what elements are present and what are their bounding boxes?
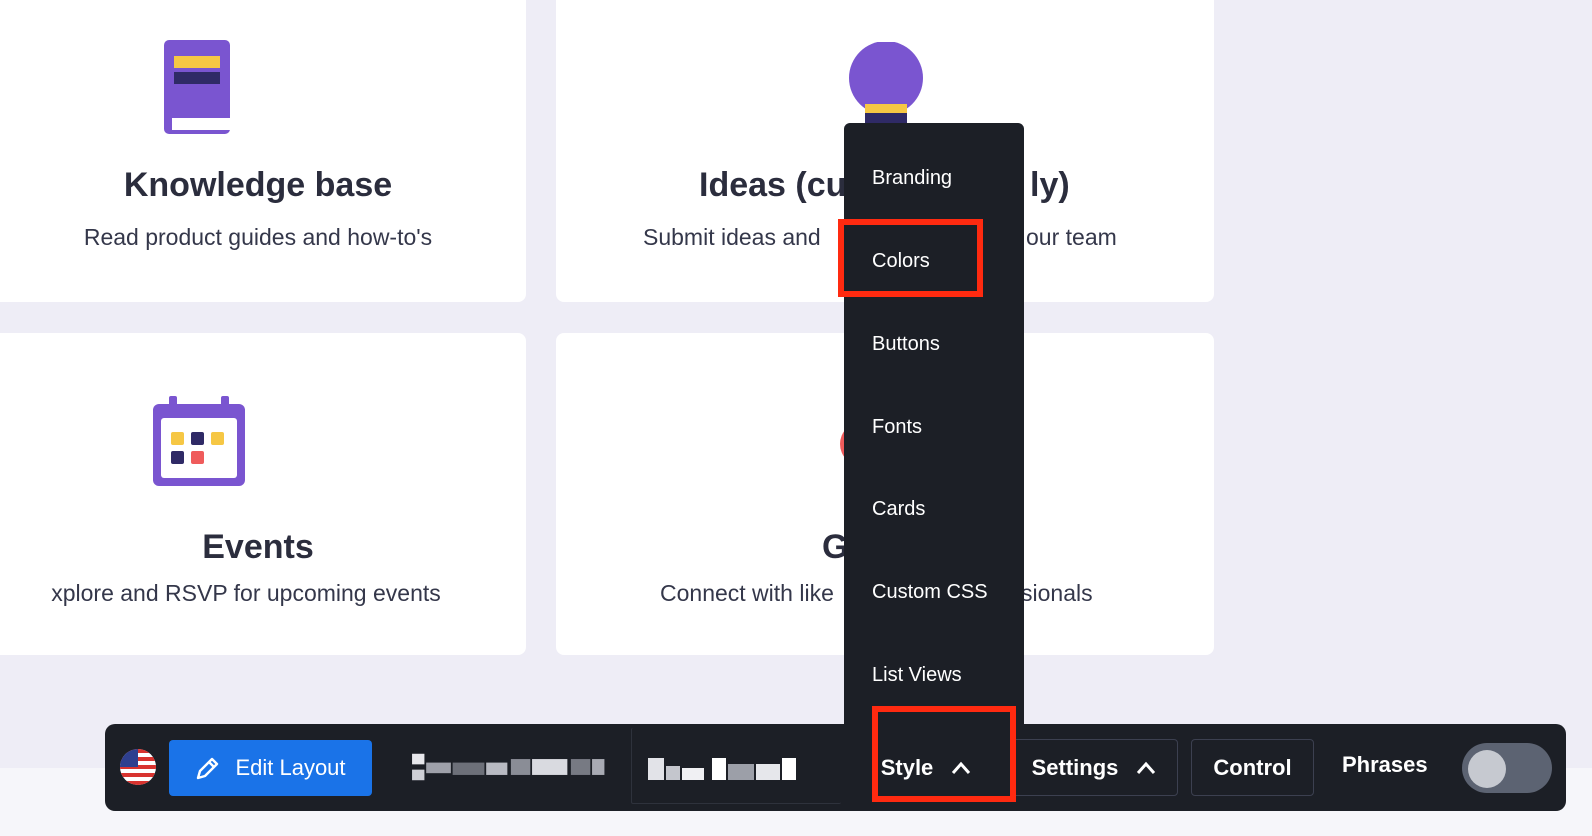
menu-item-buttons[interactable]: Buttons bbox=[872, 333, 940, 356]
card-title-end: ly) bbox=[1030, 166, 1070, 204]
toggle-knob bbox=[1468, 750, 1506, 788]
menu-item-fonts[interactable]: Fonts bbox=[872, 416, 922, 439]
card-description-end: sionals bbox=[1021, 580, 1093, 606]
menu-item-branding[interactable]: Branding bbox=[872, 167, 952, 190]
phrases-toggle[interactable] bbox=[1462, 743, 1552, 793]
editor-toolbar: Edit Layout Style Settings Control Phras… bbox=[105, 724, 1566, 811]
style-button[interactable]: Style bbox=[862, 739, 990, 796]
redacted-text bbox=[412, 753, 605, 781]
control-label: Control bbox=[1213, 754, 1292, 780]
card-description: Read product guides and how-to's bbox=[83, 224, 433, 250]
lightbulb-icon bbox=[849, 42, 923, 125]
us-flag-icon[interactable] bbox=[119, 748, 157, 786]
book-icon bbox=[164, 40, 230, 134]
settings-label: Settings bbox=[1031, 754, 1119, 780]
style-dropdown-menu: Branding Colors Buttons Fonts Cards Cust… bbox=[844, 123, 1024, 735]
card-title-start: Ideas (cu bbox=[699, 166, 847, 204]
card-description-end: our team bbox=[1026, 224, 1117, 250]
card-description-start: Connect with like bbox=[660, 580, 834, 606]
card-knowledge-base[interactable]: Knowledge base Read product guides and h… bbox=[0, 0, 526, 302]
phrases-label: Phrases bbox=[1342, 752, 1428, 777]
chevron-up-icon bbox=[1137, 761, 1156, 774]
card-events[interactable]: Events xplore and RSVP for upcoming even… bbox=[0, 333, 526, 655]
chevron-up-icon bbox=[952, 761, 971, 774]
card-description-start: Submit ideas and bbox=[643, 224, 821, 250]
menu-item-list-views[interactable]: List Views bbox=[872, 664, 962, 687]
style-label: Style bbox=[880, 754, 934, 780]
redacted-text-2 bbox=[648, 758, 796, 780]
menu-item-cards[interactable]: Cards bbox=[872, 498, 925, 521]
menu-item-colors[interactable]: Colors bbox=[872, 250, 930, 273]
settings-button[interactable]: Settings bbox=[1010, 739, 1178, 796]
card-title: Events bbox=[202, 528, 314, 566]
card-title: Knowledge base bbox=[123, 166, 393, 204]
menu-item-custom-css[interactable]: Custom CSS bbox=[872, 581, 988, 604]
edit-layout-label: Edit Layout bbox=[235, 755, 346, 780]
calendar-icon bbox=[153, 396, 245, 486]
control-button[interactable]: Control bbox=[1191, 739, 1314, 796]
pencil-icon bbox=[197, 757, 219, 780]
edit-layout-button[interactable]: Edit Layout bbox=[169, 740, 372, 796]
card-description: xplore and RSVP for upcoming events bbox=[51, 580, 441, 606]
